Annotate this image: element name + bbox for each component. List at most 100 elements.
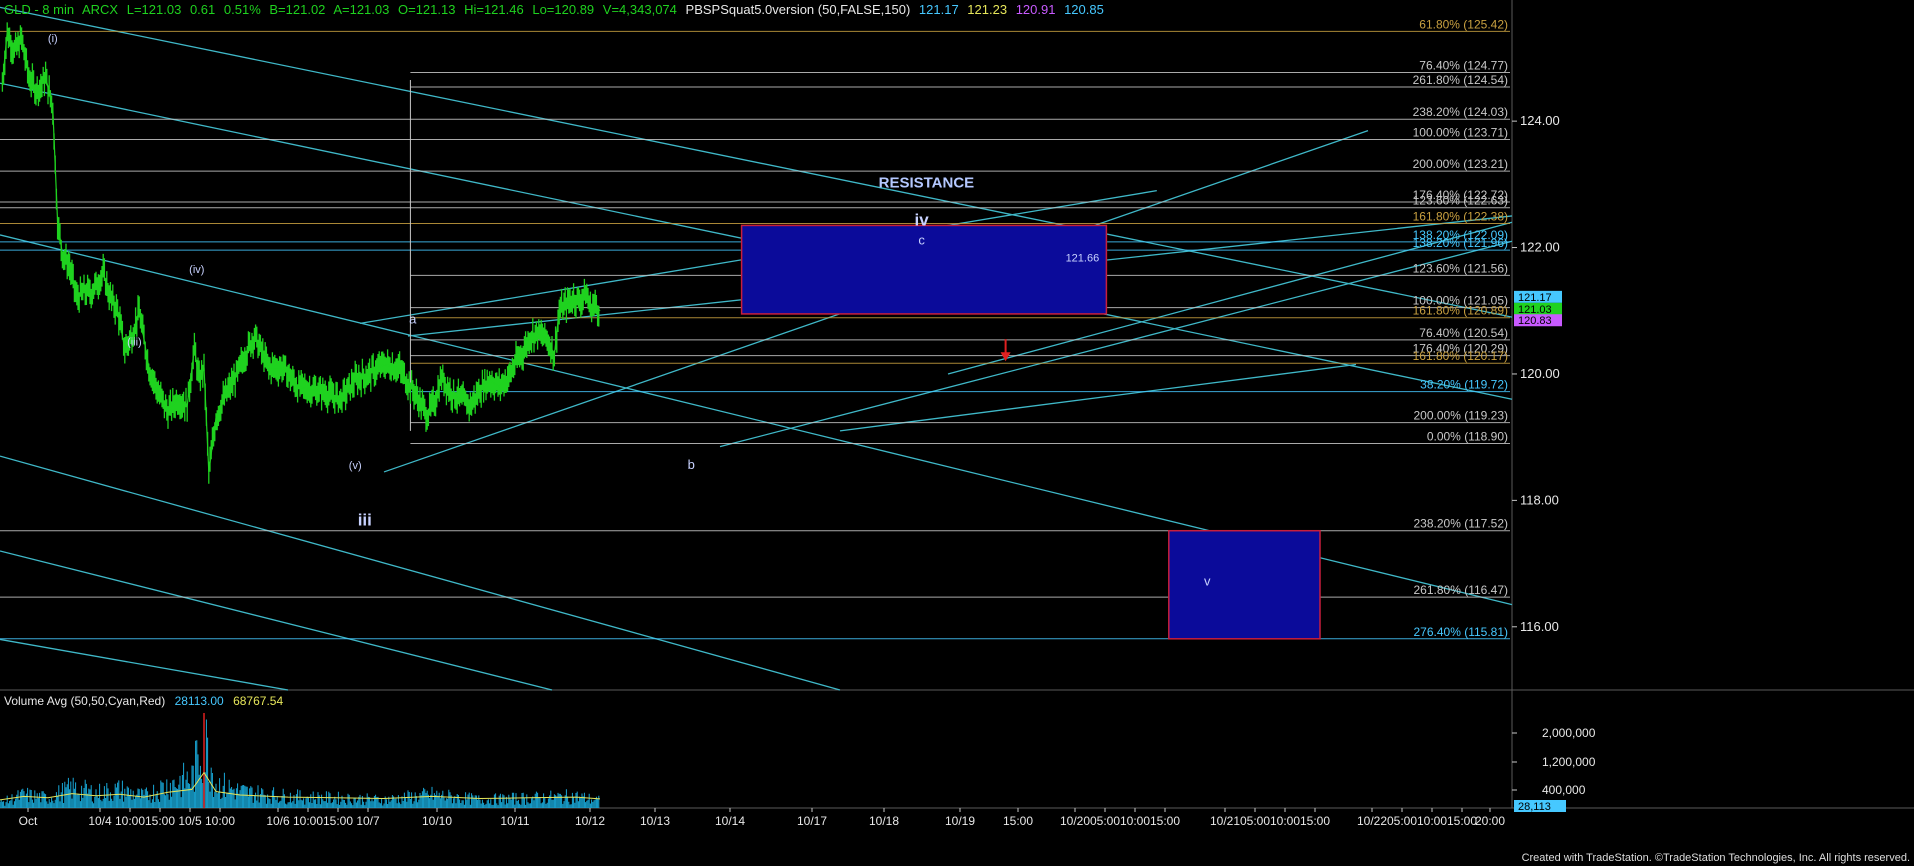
volume-tick-label: 2,000,000 xyxy=(1542,726,1596,740)
x-tick-label: 10:00 xyxy=(1417,814,1447,828)
wave-label: iii xyxy=(358,511,372,530)
y-tick-label: 116.00 xyxy=(1520,619,1559,634)
ask-price: A=121.03 xyxy=(333,2,390,17)
change-percent: 0.51% xyxy=(223,2,261,17)
wave-label: (iv) xyxy=(189,264,204,276)
x-tick-label: 10/13 xyxy=(640,814,670,828)
volume-badge-text: 28,113 xyxy=(1518,801,1551,813)
fib-level-label: 276.40% (115.81) xyxy=(1413,625,1508,639)
y-tick-label: 124.00 xyxy=(1520,113,1560,128)
x-tick-label: 10:00 xyxy=(205,814,235,828)
x-tick-label: 10:00 xyxy=(1120,814,1150,828)
x-tick-label: 10:00 xyxy=(293,814,323,828)
volume-header: Volume Avg (50,50,Cyan,Red) 28113.00 687… xyxy=(4,694,289,708)
fib-level-label: 138.20% (121.96) xyxy=(1413,236,1508,250)
x-tick-label: 10/18 xyxy=(869,814,899,828)
x-tick-label: 10/10 xyxy=(422,814,452,828)
fib-level-label: 38.20% (119.72) xyxy=(1420,378,1508,392)
price-badge-text: 121.03 xyxy=(1518,304,1552,316)
x-tick-label: 15:00 xyxy=(1300,814,1330,828)
x-tick-label: 10/21 xyxy=(1210,814,1240,828)
volume-indicator-label: Volume Avg (50,50,Cyan,Red) xyxy=(4,694,166,708)
last-price: L=121.03 xyxy=(126,2,182,17)
x-tick-label: 15:00 xyxy=(145,814,175,828)
x-tick-label: 10:00 xyxy=(115,814,145,828)
indicator-value-3: 120.91 xyxy=(1015,2,1056,17)
fib-level-label: 161.80% (120.17) xyxy=(1413,349,1508,363)
x-tick-label: Oct xyxy=(19,814,38,828)
x-tick-label: 10:00 xyxy=(1270,814,1300,828)
x-tick-label: 05:00 xyxy=(1240,814,1270,828)
wave-label: iv xyxy=(915,210,930,229)
fib-level-label: 161.80% (122.38) xyxy=(1413,210,1508,224)
x-tick-label: 15:00 xyxy=(1150,814,1180,828)
x-tick-label: 05:00 xyxy=(1387,814,1417,828)
x-tick-label: 05:00 xyxy=(1090,814,1120,828)
wave-label: (i) xyxy=(48,33,58,45)
wave-label: a xyxy=(409,311,417,326)
price-chart: 61.80% (125.42)76.40% (124.77)261.80% (1… xyxy=(0,0,1914,866)
x-tick-label: 10/7 xyxy=(356,814,380,828)
change-value: 0.61 xyxy=(189,2,216,17)
wave-label: b xyxy=(688,457,695,472)
x-tick-label: 10/20 xyxy=(1060,814,1090,828)
x-tick-label: 10/11 xyxy=(500,814,529,828)
x-tick-label: 10/6 xyxy=(266,814,290,828)
fib-level-label: 161.80% (120.89) xyxy=(1413,304,1508,318)
low-price: Lo=120.89 xyxy=(532,2,595,17)
volume-value: V=4,343,074 xyxy=(602,2,677,17)
target-zone-v xyxy=(1168,529,1321,640)
y-tick-label: 118.00 xyxy=(1520,492,1559,507)
x-tick-label: 10/17 xyxy=(797,814,827,828)
x-tick-label: 10/4 xyxy=(88,814,112,828)
bid-price: B=121.02 xyxy=(269,2,326,17)
volume-avg-value-2: 68767.54 xyxy=(233,694,284,708)
volume-tick-label: 400,000 xyxy=(1542,783,1586,797)
volume-avg-value-1: 28113.00 xyxy=(174,694,224,708)
volume-tick-label: 1,200,000 xyxy=(1542,755,1596,769)
credit-text: Created with TradeStation. ©TradeStation… xyxy=(1521,852,1910,864)
chart-background xyxy=(0,0,1914,866)
fib-level-label: 123.60% (121.56) xyxy=(1413,261,1508,275)
fib-level-label: 261.80% (124.54) xyxy=(1413,73,1508,87)
chart-header: GLD - 8 min ARCX L=121.03 0.61 0.51% B=1… xyxy=(4,2,1109,17)
y-tick-label: 122.00 xyxy=(1520,240,1560,255)
indicator-value-1: 121.17 xyxy=(918,2,959,17)
x-tick-label: 10/14 xyxy=(715,814,745,828)
wave-label: (v) xyxy=(349,460,362,472)
fib-level-label: 238.20% (117.52) xyxy=(1413,517,1508,531)
x-tick-label: 15:00 xyxy=(1447,814,1477,828)
x-tick-label: 10/19 xyxy=(945,814,975,828)
fib-level-label: 123.60% (122.63) xyxy=(1413,194,1508,208)
x-tick-label: 15:00 xyxy=(1003,814,1033,828)
wave-label: (iii) xyxy=(127,337,142,349)
fib-level-label: 76.40% (124.77) xyxy=(1419,58,1508,72)
y-tick-label: 120.00 xyxy=(1520,366,1560,381)
indicator-value-2: 121.23 xyxy=(967,2,1008,17)
symbol-label: GLD - 8 min xyxy=(4,2,75,17)
price-badge-text: 120.83 xyxy=(1518,315,1552,327)
fib-level-label: 61.80% (125.42) xyxy=(1419,17,1508,31)
indicator-label: PBSPSquat5.0version (50,FALSE,150) xyxy=(685,2,911,17)
fib-level-label: 76.40% (120.54) xyxy=(1419,326,1508,340)
wave-label: RESISTANCE xyxy=(879,175,975,192)
fib-level-label: 238.20% (124.03) xyxy=(1413,105,1508,119)
x-tick-label: 10/5 xyxy=(178,814,202,828)
chart-window: 61.80% (125.42) 76.40% (124.77) 261.80% (1… xyxy=(0,0,1914,866)
fib-level-label: 200.00% (123.21) xyxy=(1413,157,1508,171)
x-tick-label: 10/12 xyxy=(575,814,605,828)
wave-label: 121.66 xyxy=(1066,252,1100,264)
fib-level-label: 100.00% (123.71) xyxy=(1413,125,1508,139)
fib-level-label: 261.80% (116.47) xyxy=(1413,583,1508,597)
fib-level-label: 0.00% (118.90) xyxy=(1427,429,1508,443)
high-price: Hi=121.46 xyxy=(464,2,524,17)
x-tick-label: 20:00 xyxy=(1475,814,1505,828)
wave-label: c xyxy=(918,232,925,247)
fib-level-label: 200.00% (119.23) xyxy=(1413,409,1508,423)
wave-label: v xyxy=(1204,574,1211,589)
open-price: O=121.13 xyxy=(397,2,456,17)
x-tick-label: 10/22 xyxy=(1357,814,1387,828)
indicator-value-4: 120.85 xyxy=(1064,2,1104,17)
price-badge-text: 121.17 xyxy=(1518,292,1552,304)
exchange-label: ARCX xyxy=(81,2,119,17)
